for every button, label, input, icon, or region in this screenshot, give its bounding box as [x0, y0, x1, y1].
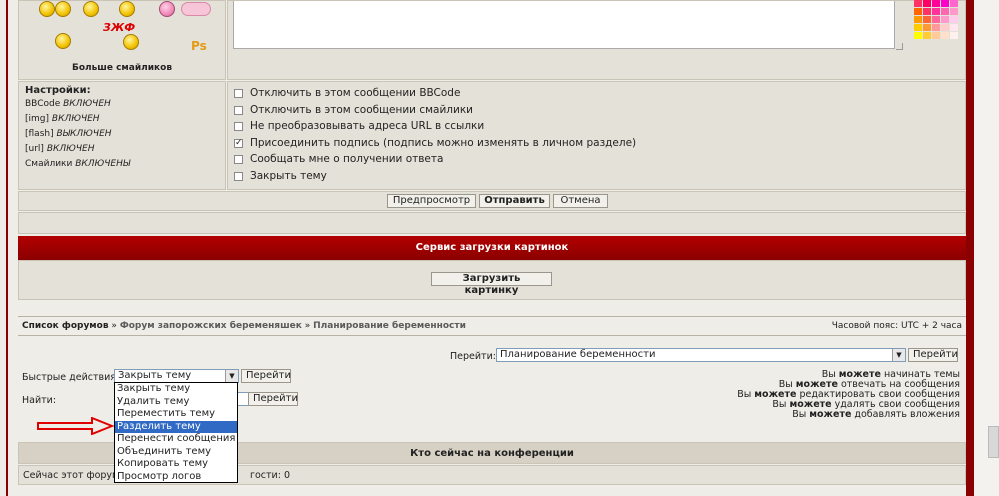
- jump-label: Перейти:: [450, 351, 496, 362]
- chevron-down-icon[interactable]: ▼: [892, 349, 905, 361]
- option-label: Отключить в этом сообщении смайлики: [250, 104, 473, 116]
- quick-actions-go-button[interactable]: Перейти: [241, 369, 291, 383]
- option-label: Закрыть тему: [250, 170, 327, 182]
- permissions-list: Вы можете начинать темы Вы можете отвеча…: [568, 369, 960, 420]
- spacer-row: [18, 212, 966, 234]
- breadcrumb-trail: Список форумов » Форум запорожских берем…: [22, 321, 466, 331]
- option-checkbox[interactable]: [234, 155, 243, 164]
- option-label: Сообщать мне о получении ответа: [250, 153, 444, 165]
- dropdown-option[interactable]: Перенести сообщения: [115, 433, 237, 446]
- permission-line: Вы можете добавлять вложения: [792, 409, 960, 420]
- option-checkbox[interactable]: [234, 122, 243, 131]
- right-strip: [974, 0, 999, 496]
- smiley-icon[interactable]: [55, 33, 71, 49]
- timezone-label: Часовой пояс: UTC + 2 часа: [831, 321, 962, 331]
- zjf-smiley-label[interactable]: ЗЖФ: [103, 21, 135, 34]
- option-checkbox[interactable]: [234, 89, 243, 98]
- annotation-arrow-icon: [37, 417, 114, 435]
- quick-actions-select[interactable]: Закрыть тему ▼: [114, 369, 239, 383]
- resize-handle-icon[interactable]: [896, 43, 903, 50]
- options-panel: Отключить в этом сообщении BBCode Отключ…: [227, 81, 966, 190]
- upload-service-title: Сервис загрузки картинок: [18, 236, 966, 260]
- jump-select[interactable]: Планирование беременности ▼: [496, 348, 906, 362]
- breadcrumb-topic-link[interactable]: Планирование беременности: [313, 321, 466, 331]
- find-label: Найти:: [22, 395, 57, 406]
- setting-url: [url] ВКЛЮЧЕН: [25, 144, 95, 154]
- upload-panel: Загрузить картинку: [18, 260, 966, 300]
- smilies-panel: ЗЖФ Ps Больше смайликов: [18, 0, 226, 80]
- setting-img: [img] ВКЛЮЧЕН: [25, 114, 100, 124]
- chevron-down-icon[interactable]: ▼: [225, 370, 238, 382]
- dropdown-option[interactable]: Просмотр логов: [115, 471, 237, 484]
- left-frame: [0, 0, 8, 496]
- breadcrumb: Список форумов » Форум запорожских берем…: [18, 316, 966, 336]
- quick-actions-label: Быстрые действия:: [22, 372, 120, 383]
- smiley-icon[interactable]: [83, 1, 99, 17]
- color-palette[interactable]: [914, 0, 966, 45]
- ps-smiley-label[interactable]: Ps: [191, 39, 207, 53]
- preview-button[interactable]: Предпросмотр: [387, 194, 476, 208]
- setting-smilies: Смайлики ВКЛЮЧЕНЫ: [25, 159, 131, 169]
- option-checkbox-checked[interactable]: ✓: [234, 139, 243, 148]
- action-row: Предпросмотр Отправить Отмена: [18, 191, 966, 211]
- option-label: Отключить в этом сообщении BBCode: [250, 87, 461, 99]
- quick-actions-dropdown[interactable]: Закрыть тему Удалить тему Переместить те…: [114, 382, 238, 483]
- more-smilies-link[interactable]: Больше смайликов: [19, 63, 225, 73]
- dropdown-option[interactable]: Копировать тему: [115, 458, 237, 471]
- message-row: [227, 0, 966, 80]
- upload-image-button[interactable]: Загрузить картинку: [431, 272, 552, 296]
- option-checkbox[interactable]: [234, 172, 243, 181]
- message-textarea[interactable]: [233, 1, 895, 49]
- dropdown-option[interactable]: Закрыть тему: [115, 383, 237, 396]
- smiley-icon[interactable]: [159, 1, 175, 17]
- online-text-suffix: гости: 0: [250, 470, 290, 481]
- settings-title: Настройки:: [25, 85, 91, 96]
- scrollbar-thumb[interactable]: [988, 426, 999, 458]
- smiley-icon[interactable]: [123, 34, 139, 50]
- dropdown-option-highlighted[interactable]: Разделить тему: [115, 420, 237, 433]
- option-checkbox[interactable]: [234, 106, 243, 115]
- dropdown-option[interactable]: Объединить тему: [115, 446, 237, 459]
- smiley-icon[interactable]: [55, 1, 71, 17]
- option-label: Присоединить подпись (подпись можно изме…: [250, 137, 637, 149]
- option-label: Не преобразовывать адреса URL в ссылки: [250, 120, 485, 132]
- smiley-icon[interactable]: [39, 1, 55, 17]
- dropdown-option[interactable]: Переместить тему: [115, 408, 237, 421]
- jump-go-button[interactable]: Перейти: [908, 348, 958, 362]
- setting-flash: [flash] ВЫКЛЮЧЕН: [25, 129, 112, 139]
- smiley-icon[interactable]: [119, 1, 135, 17]
- cloud-smiley-icon[interactable]: [181, 2, 211, 16]
- settings-panel: Настройки: BBCode ВКЛЮЧЕН [img] ВКЛЮЧЕН …: [18, 81, 226, 190]
- breadcrumb-forums-link[interactable]: Список форумов: [22, 321, 109, 331]
- submit-button[interactable]: Отправить: [479, 194, 550, 208]
- right-frame: [966, 0, 974, 496]
- breadcrumb-forum-link[interactable]: Форум запорожских беременяшек: [120, 321, 302, 331]
- dropdown-option[interactable]: Удалить тему: [115, 396, 237, 409]
- cancel-button[interactable]: Отмена: [553, 194, 608, 208]
- online-text-prefix: Сейчас этот форум: [23, 470, 120, 481]
- find-go-button[interactable]: Перейти: [248, 392, 298, 406]
- setting-bbcode: BBCode ВКЛЮЧЕН: [25, 99, 111, 109]
